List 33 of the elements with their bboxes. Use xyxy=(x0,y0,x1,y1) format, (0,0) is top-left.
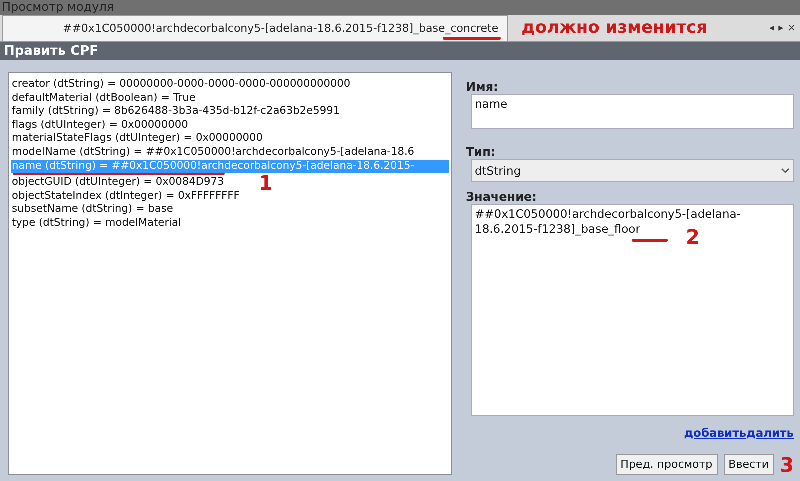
annotation-underline xyxy=(442,37,501,40)
window-title: Просмотр модуля xyxy=(2,0,114,15)
field-label: Значение: xyxy=(466,190,538,204)
property-row[interactable]: objectGUID (dtUInteger) = 0x0084D973 xyxy=(11,176,224,190)
property-row[interactable]: flags (dtUInteger) = 0x00000000 xyxy=(11,118,188,132)
field-label: Имя: xyxy=(466,80,500,94)
property-row[interactable]: defaultMaterial (dtBoolean) = True xyxy=(11,92,196,106)
property-row[interactable]: type (dtString) = modelMaterial xyxy=(11,216,182,231)
field-label: Тип: xyxy=(466,145,497,159)
property-row[interactable]: objectStateIndex (dtInteger) = 0xFFFFFFFF xyxy=(11,190,240,204)
document-tab[interactable]: ##0x1C050000!archdecorbalcony5-[adelana-18.6.2015-f1238]_base_concrete xyxy=(2,15,508,41)
property-row[interactable]: subsetName (dtString) = base xyxy=(11,203,174,217)
action-link[interactable]: добавить xyxy=(684,426,747,440)
tab-nav-button[interactable]: × xyxy=(788,22,796,34)
tab-nav-button[interactable]: ▸ xyxy=(778,22,784,34)
value-field[interactable]: ##0x1C050000!archdecorbalcony5-[adelana-18.6.2015-f1238]_base_floor 2 xyxy=(471,204,794,416)
chevron-down-icon xyxy=(781,168,790,174)
annotation-note: должно изменится xyxy=(522,18,708,38)
name-field[interactable]: name xyxy=(471,94,794,129)
annotation-underline xyxy=(632,239,668,242)
annotation-mark: 2 xyxy=(686,227,700,247)
dialog-button[interactable]: Пред. просмотр xyxy=(616,454,718,475)
annotation-mark: 3 xyxy=(780,454,794,474)
annotation-mark: 1 xyxy=(259,173,273,194)
dialog-button[interactable]: Ввести xyxy=(724,454,774,475)
type-select[interactable]: dtString xyxy=(471,159,794,182)
property-row[interactable]: creator (dtString) = 00000000-0000-0000-0000-000000000000 xyxy=(11,78,351,92)
panel-title: Править CPF xyxy=(0,42,800,60)
action-link[interactable]: далить xyxy=(746,426,794,440)
property-row[interactable]: modelName (dtString) = ##0x1C050000!archdecorbalcony5-[adelana-18.6 xyxy=(11,146,415,160)
tab-nav-button[interactable]: ◂ xyxy=(770,22,775,34)
property-row[interactable]: materialStateFlags (dtUInteger) = 0x00000000 xyxy=(11,132,263,146)
property-row[interactable]: family (dtString) = 8b626488-3b3a-435d-b12f-c2a63b2e5991 xyxy=(11,105,340,119)
